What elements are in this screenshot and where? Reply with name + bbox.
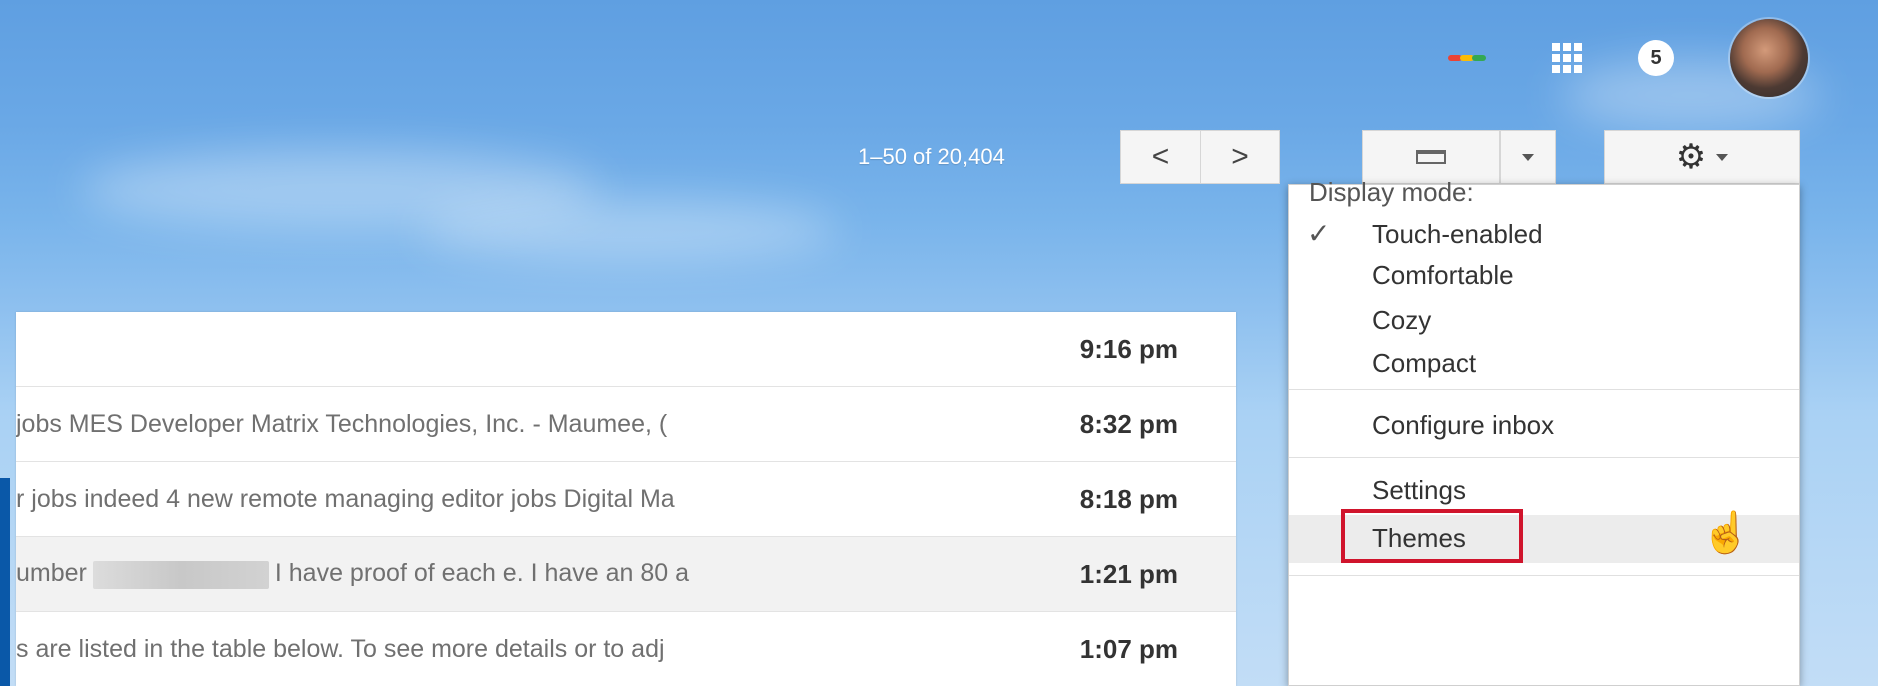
menu-divider — [1289, 389, 1799, 390]
menu-item-cozy[interactable]: Cozy — [1289, 305, 1799, 345]
screenshot-frame: 5 1–50 of 20,404 < > ⚙ 9:16 pm jobs MES … — [0, 0, 1878, 686]
mail-row[interactable]: 9:16 pm — [16, 312, 1236, 387]
previous-page-button[interactable]: < — [1120, 130, 1200, 184]
mail-time: 9:16 pm — [1079, 333, 1178, 364]
next-page-button[interactable]: > — [1200, 130, 1280, 184]
menu-item-comfortable[interactable]: Comfortable — [1289, 260, 1799, 300]
left-edge-bar — [0, 478, 10, 686]
mail-time: 8:32 pm — [1079, 408, 1178, 439]
settings-gear-button[interactable]: ⚙ — [1604, 130, 1800, 184]
menu-item-configure-inbox[interactable]: Configure inbox — [1289, 410, 1799, 450]
menu-item-label: Compact — [1372, 348, 1477, 378]
menu-item-touch-enabled[interactable]: ✓ Touch-enabled — [1289, 217, 1799, 257]
menu-divider — [1289, 457, 1799, 458]
mail-snippet: r jobs indeed 4 new remote managing edit… — [16, 484, 675, 513]
menu-item-themes[interactable]: Themes ☝ — [1289, 509, 1799, 563]
hand-cursor-icon: ☝ — [1701, 511, 1751, 555]
density-dropdown-button[interactable] — [1500, 130, 1556, 184]
chevron-down-icon — [1716, 153, 1729, 161]
menu-divider — [1289, 575, 1799, 576]
menu-item-label: Cozy — [1372, 305, 1432, 335]
mail-list: 9:16 pm jobs MES Developer Matrix Techno… — [16, 312, 1236, 686]
mail-time: 1:07 pm — [1079, 633, 1178, 664]
pagination-range: 1–50 of 20,404 — [858, 144, 1005, 169]
menu-item-label: Touch-enabled — [1372, 219, 1543, 249]
apps-grid-icon[interactable] — [1552, 43, 1582, 73]
mail-time: 1:21 pm — [1079, 558, 1178, 589]
notification-badge[interactable]: 5 — [1638, 40, 1674, 76]
mail-snippet: s are listed in the table below. To see … — [16, 634, 665, 663]
redacted-block — [92, 560, 269, 589]
display-mode-heading: Display mode: — [1309, 177, 1474, 207]
snippet-prefix: umber — [16, 559, 87, 588]
gear-icon: ⚙ — [1675, 138, 1707, 176]
mail-row[interactable]: s are listed in the table below. To see … — [16, 612, 1236, 686]
background-cloud — [420, 200, 840, 260]
google-logo-icon[interactable] — [1448, 51, 1496, 65]
mail-row[interactable]: r jobs indeed 4 new remote managing edit… — [16, 462, 1236, 537]
menu-item-label: Settings — [1372, 475, 1466, 505]
mail-row[interactable]: jobs MES Developer Matrix Technologies, … — [16, 387, 1236, 462]
display-density-button[interactable] — [1362, 130, 1500, 184]
mail-time: 8:18 pm — [1079, 483, 1178, 514]
header-actions: 5 — [1448, 18, 1808, 98]
mail-row[interactable]: umber I have proof of each e. I have an 8… — [16, 537, 1236, 612]
menu-item-label: Comfortable — [1372, 260, 1514, 290]
snippet-suffix: I have proof of each e. I have an 80 a — [274, 559, 690, 588]
mail-snippet: umber I have proof of each e. I have an 8… — [16, 559, 946, 589]
menu-item-compact[interactable]: Compact — [1289, 348, 1799, 388]
density-icon — [1416, 150, 1446, 164]
menu-item-label: Themes — [1372, 523, 1466, 553]
check-icon: ✓ — [1307, 218, 1331, 249]
settings-menu: Display mode: ✓ Touch-enabled Comfortabl… — [1288, 177, 1800, 686]
menu-item-label: Configure inbox — [1372, 410, 1555, 440]
mail-snippet: jobs MES Developer Matrix Technologies, … — [16, 409, 668, 438]
chevron-down-icon — [1522, 153, 1534, 161]
avatar[interactable] — [1730, 19, 1808, 97]
